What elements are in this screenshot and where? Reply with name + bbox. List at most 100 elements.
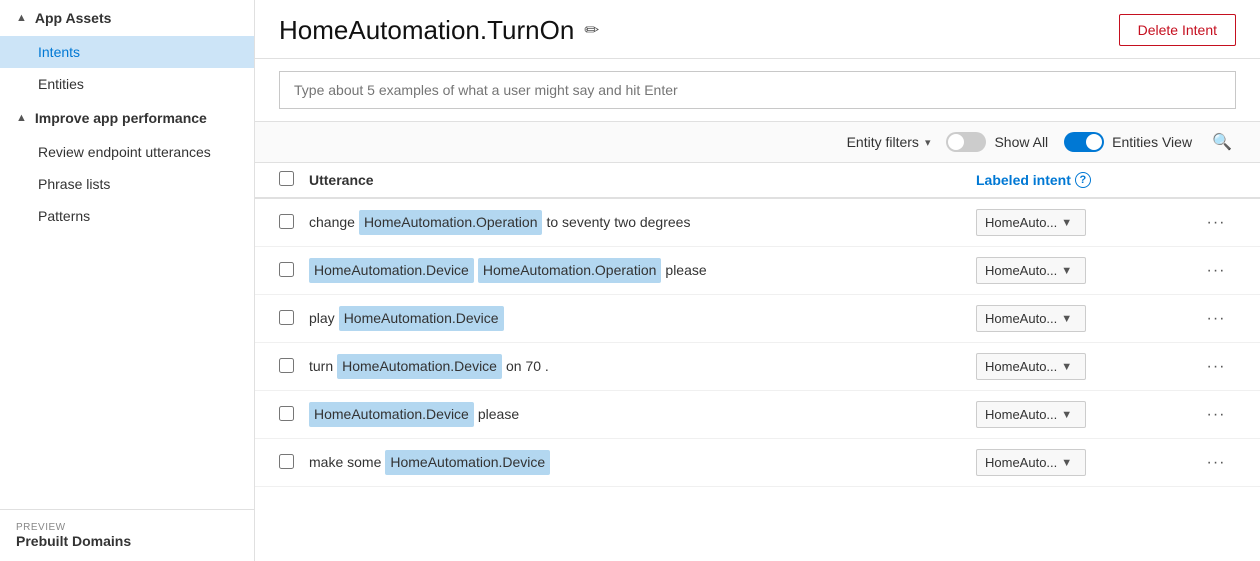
row-labeled-intent: HomeAuto...▼ <box>976 353 1196 380</box>
delete-intent-button[interactable]: Delete Intent <box>1119 14 1236 46</box>
show-all-toggle-wrap: Show All <box>946 132 1048 152</box>
table-row: make someHomeAutomation.DeviceHomeAuto..… <box>255 439 1260 487</box>
entity-filters-label: Entity filters <box>847 134 919 150</box>
labeled-intent-value: HomeAuto... <box>985 455 1057 470</box>
row-utterance: HomeAutomation.DeviceHomeAutomation.Oper… <box>309 258 976 282</box>
search-icon: 🔍 <box>1212 134 1232 151</box>
intent-title-text: HomeAutomation.TurnOn <box>279 15 574 46</box>
entities-view-label: Entities View <box>1112 134 1192 150</box>
row-utterance: make someHomeAutomation.Device <box>309 450 976 474</box>
improve-label: Improve app performance <box>35 110 207 126</box>
row-utterance: playHomeAutomation.Device <box>309 306 976 330</box>
improve-section[interactable]: ▲ Improve app performance <box>0 100 254 136</box>
app-assets-label: App Assets <box>35 10 112 26</box>
sidebar-item-entities[interactable]: Entities <box>0 68 254 100</box>
utterance-column-header: Utterance <box>309 172 976 188</box>
sidebar-item-review[interactable]: Review endpoint utterances <box>0 136 254 168</box>
row-more-button[interactable]: ··· <box>1207 310 1226 328</box>
labeled-intent-chevron-icon: ▼ <box>1061 457 1072 469</box>
labeled-intent-help-icon[interactable]: ? <box>1075 172 1091 188</box>
labeled-intent-select[interactable]: HomeAuto...▼ <box>976 401 1086 428</box>
row-more-button[interactable]: ··· <box>1207 454 1226 472</box>
entity-filters-chevron-icon: ▾ <box>925 136 931 149</box>
labeled-intent-value: HomeAuto... <box>985 359 1057 374</box>
row-utterance: turnHomeAutomation.Deviceon 70 . <box>309 354 976 378</box>
row-checkbox-1[interactable] <box>279 262 294 277</box>
utterance-text: to seventy two degrees <box>546 211 690 233</box>
table-row: playHomeAutomation.Device HomeAuto... ▼ ··· <box>255 295 1260 343</box>
row-check <box>279 406 309 424</box>
row-actions: ··· <box>1196 358 1236 376</box>
show-all-label: Show All <box>994 134 1048 150</box>
main-header: HomeAutomation.TurnOn ✏ Delete Intent <box>255 0 1260 59</box>
entities-view-toggle-wrap: Entities View <box>1064 132 1192 152</box>
row-checkbox-5[interactable] <box>279 454 294 469</box>
entity-tag: HomeAutomation.Operation <box>478 258 662 282</box>
row-checkbox-2[interactable] <box>279 310 294 325</box>
labeled-intent-chevron-icon: ▼ <box>1061 409 1072 421</box>
utterance-text: make some <box>309 451 381 473</box>
table-row: changeHomeAutomation.Operationto seventy… <box>255 199 1260 247</box>
preview-label: PREVIEW <box>16 522 238 533</box>
app-assets-section[interactable]: ▲ App Assets <box>0 0 254 36</box>
header-check <box>279 171 309 189</box>
labeled-intent-chevron-icon: ▼ <box>1061 217 1072 229</box>
utterance-text: please <box>478 403 519 425</box>
row-more-button[interactable]: ··· <box>1207 358 1226 376</box>
sidebar: ▲ App Assets Intents Entities ▲ Improve … <box>0 0 255 561</box>
entity-tag: HomeAutomation.Device <box>309 258 474 282</box>
entity-tag: HomeAutomation.Device <box>385 450 550 474</box>
labeled-intent-value: HomeAuto... <box>985 311 1057 326</box>
app-assets-chevron: ▲ <box>16 12 27 24</box>
labeled-intent-select[interactable]: HomeAuto...▼ <box>976 353 1086 380</box>
select-all-checkbox[interactable] <box>279 171 294 186</box>
utterances-table: Utterance Labeled intent ? changeHomeAut… <box>255 163 1260 561</box>
labeled-intent-value: HomeAuto... <box>985 263 1057 278</box>
table-header: Utterance Labeled intent ? <box>255 163 1260 199</box>
improve-chevron: ▲ <box>16 112 27 124</box>
sidebar-item-intents[interactable]: Intents <box>0 36 254 68</box>
row-more-button[interactable]: ··· <box>1207 214 1226 232</box>
show-all-toggle[interactable] <box>946 132 986 152</box>
entity-tag: HomeAutomation.Device <box>339 306 504 330</box>
row-checkbox-4[interactable] <box>279 406 294 421</box>
entity-filters-button[interactable]: Entity filters ▾ <box>847 134 931 150</box>
utterance-text: turn <box>309 355 333 377</box>
sidebar-item-phrase[interactable]: Phrase lists <box>0 168 254 200</box>
labeled-intent-select[interactable]: HomeAuto...▼ <box>976 209 1086 236</box>
row-actions: ··· <box>1196 454 1236 472</box>
utterance-input[interactable] <box>279 71 1236 109</box>
toolbar: Entity filters ▾ Show All Entities View … <box>255 122 1260 163</box>
row-labeled-intent: HomeAuto...▼ <box>976 401 1196 428</box>
row-more-button[interactable]: ··· <box>1207 406 1226 424</box>
row-more-button[interactable]: ··· <box>1207 262 1226 280</box>
row-checkbox-3[interactable] <box>279 358 294 373</box>
sidebar-item-patterns[interactable]: Patterns <box>0 200 254 232</box>
utterance-text: change <box>309 211 355 233</box>
table-row: HomeAutomation.DevicepleaseHomeAuto...▼ ·… <box>255 391 1260 439</box>
intent-title: HomeAutomation.TurnOn ✏ <box>279 15 599 46</box>
row-checkbox-0[interactable] <box>279 214 294 229</box>
labeled-intent-select[interactable]: HomeAuto... ▼ <box>976 449 1086 476</box>
labeled-intent-select[interactable]: HomeAuto...▼ <box>976 257 1086 284</box>
row-utterance: changeHomeAutomation.Operationto seventy… <box>309 210 976 234</box>
utterance-text: please <box>665 259 706 281</box>
row-actions: ··· <box>1196 406 1236 424</box>
entities-view-toggle[interactable] <box>1064 132 1104 152</box>
utterance-text: on 70 . <box>506 355 549 377</box>
search-button[interactable]: 🔍 <box>1208 130 1236 154</box>
row-check <box>279 262 309 280</box>
row-actions: ··· <box>1196 310 1236 328</box>
utterance-input-row <box>255 59 1260 122</box>
row-check <box>279 454 309 472</box>
edit-icon[interactable]: ✏ <box>584 20 599 41</box>
prebuilt-domains-section: PREVIEW Prebuilt Domains <box>0 509 254 561</box>
labeled-intent-chevron-icon: ▼ <box>1061 313 1072 325</box>
entity-tag: HomeAutomation.Operation <box>359 210 543 234</box>
table-body: changeHomeAutomation.Operationto seventy… <box>255 199 1260 487</box>
row-utterance: HomeAutomation.Deviceplease <box>309 402 976 426</box>
labeled-intent-select[interactable]: HomeAuto... ▼ <box>976 305 1086 332</box>
table-row: HomeAutomation.DeviceHomeAutomation.Oper… <box>255 247 1260 295</box>
labeled-intent-column-header: Labeled intent ? <box>976 172 1196 188</box>
entity-tag: HomeAutomation.Device <box>337 354 502 378</box>
